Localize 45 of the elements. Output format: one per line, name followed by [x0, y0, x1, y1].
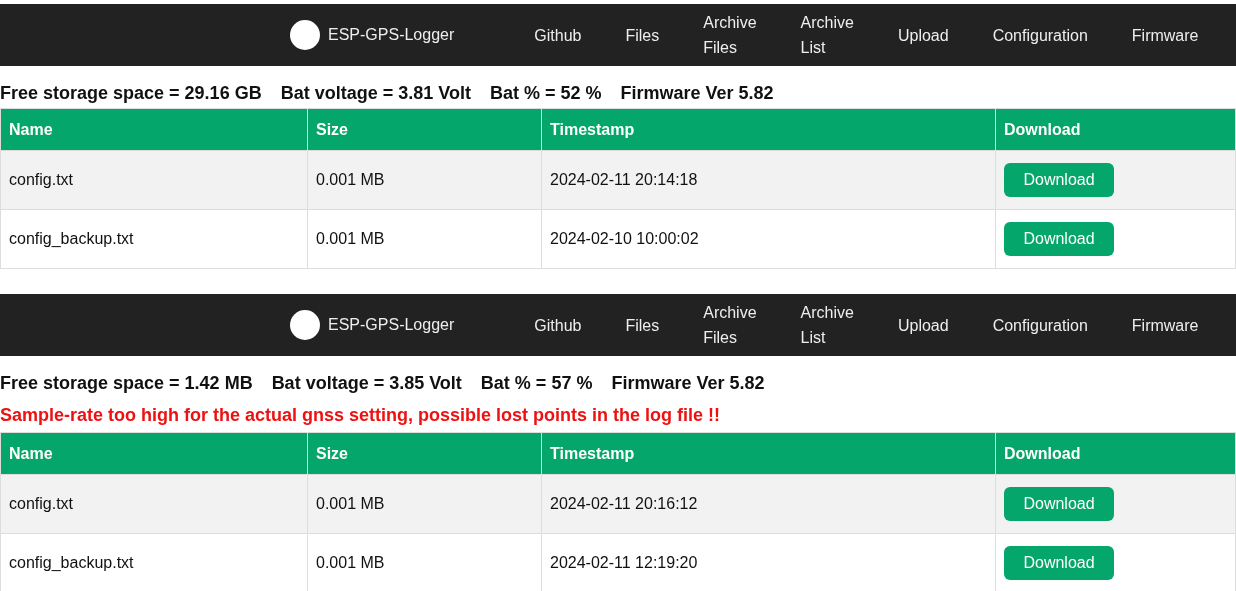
table-cell: 0.001 MB: [307, 150, 542, 210]
nav-link[interactable]: Github: [512, 22, 604, 48]
table-cell: 0.001 MB: [307, 474, 542, 534]
table-cell: config.txt: [0, 474, 308, 534]
table-cell: config.txt: [0, 150, 308, 210]
status-text: Bat voltage = 3.81 Volt: [280, 82, 471, 104]
nav-link[interactable]: Archive List: [778, 300, 876, 350]
table-cell: 2024-02-11 20:14:18: [541, 150, 996, 210]
nav-link[interactable]: Files: [603, 312, 682, 338]
column-header: Size: [307, 432, 542, 475]
nav-link[interactable]: Configuration: [970, 22, 1110, 48]
nav-link[interactable]: Github: [512, 312, 604, 338]
status-text: Bat % = 52 %: [489, 82, 602, 104]
status-text: Free storage space = 29.16 GB: [0, 82, 262, 104]
brand-name[interactable]: ESP-GPS-Logger: [328, 313, 455, 337]
table-cell: config_backup.txt: [0, 533, 308, 591]
nav-link[interactable]: Archive List: [778, 10, 876, 60]
nav-link[interactable]: Upload: [875, 22, 971, 48]
column-header: Size: [307, 108, 542, 151]
status-text: Free storage space = 1.42 MB: [0, 372, 253, 394]
nav-link[interactable]: Firmware: [1109, 312, 1199, 338]
table-cell: 0.001 MB: [307, 209, 542, 269]
logo-icon: [290, 310, 320, 340]
column-header: Download: [995, 432, 1236, 475]
status-text: Firmware Ver 5.82: [620, 82, 774, 104]
table-cell: config_backup.txt: [0, 209, 308, 269]
table-cell: 2024-02-11 20:16:12: [541, 474, 996, 534]
nav-link[interactable]: Firmware: [1109, 22, 1199, 48]
column-header: Name: [0, 432, 308, 475]
brand-name[interactable]: ESP-GPS-Logger: [328, 23, 455, 47]
logo-icon: [290, 20, 320, 50]
warning-text: Sample-rate too high for the actual gnss setting, possible lost points in the log file !!: [0, 404, 722, 426]
nav-link[interactable]: Archive Files: [681, 10, 779, 60]
column-header: Name: [0, 108, 308, 151]
status-text: Bat voltage = 3.85 Volt: [271, 372, 462, 394]
table-cell: 2024-02-10 10:00:02: [541, 209, 996, 269]
column-header: Timestamp: [541, 432, 996, 475]
nav-link[interactable]: Archive Files: [681, 300, 779, 350]
status-text: Firmware Ver 5.82: [611, 372, 765, 394]
nav-link[interactable]: Upload: [875, 312, 971, 338]
status-text: Bat % = 57 %: [480, 372, 593, 394]
nav-link[interactable]: Configuration: [970, 312, 1110, 338]
column-header: Timestamp: [541, 108, 996, 151]
column-header: Download: [995, 108, 1236, 151]
nav-link[interactable]: Files: [603, 22, 682, 48]
